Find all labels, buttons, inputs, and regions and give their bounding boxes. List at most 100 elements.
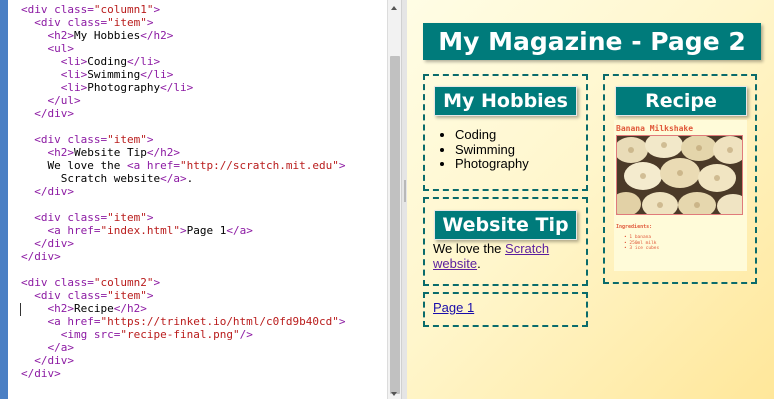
tip-suffix: . [477, 256, 481, 271]
page-title: My Magazine - Page 2 [438, 27, 746, 56]
hobbies-heading-text: My Hobbies [443, 90, 568, 112]
code-token: <div class= [34, 16, 108, 29]
banana-slices-icon [617, 136, 742, 214]
code-token: > [153, 276, 161, 289]
website-tip-text: We love the Scratch website. [433, 241, 563, 271]
code-token: </a> [47, 341, 75, 354]
code-token: "index.html" [100, 224, 180, 237]
hobbies-heading: My Hobbies [434, 86, 577, 116]
list-item: Photography [455, 156, 529, 172]
code-token: "item" [107, 16, 147, 29]
code-line[interactable]: </div> [21, 185, 74, 198]
code-token: </div> [34, 107, 74, 120]
website-tip-heading: Website Tip [434, 210, 577, 240]
code-line[interactable]: <li>Photography</li> [21, 81, 193, 94]
recipe-title: Banana Milkshake [616, 124, 694, 133]
code-line[interactable]: </div> [21, 367, 61, 380]
code-token: </a> [160, 172, 187, 185]
code-token: Recipe [74, 302, 114, 315]
code-token: <div class= [34, 211, 108, 224]
code-line[interactable]: </ul> [21, 94, 81, 107]
code-token: > [338, 159, 346, 172]
code-line[interactable]: <h2>Recipe</h2> [21, 302, 147, 315]
code-token: My Hobbies [74, 29, 141, 42]
tip-prefix: We love the [433, 241, 506, 256]
code-line[interactable]: <ul> [21, 42, 75, 55]
text-cursor [20, 303, 21, 316]
recipe-heading: Recipe [615, 86, 747, 116]
code-line[interactable]: <div class="item"> [21, 211, 153, 224]
code-line[interactable]: </div> [21, 107, 74, 120]
code-line[interactable]: <a href="index.html">Page 1</a> [21, 224, 253, 237]
code-token: We love the [21, 159, 127, 172]
code-token: Photography [87, 81, 161, 94]
code-token: "recipe-final.png" [120, 328, 240, 341]
code-line[interactable]: We love the <a href="http://scratch.mit.… [21, 159, 346, 172]
code-line[interactable]: <div class="item"> [21, 16, 153, 29]
code-line[interactable]: <h2>Website Tip</h2> [21, 146, 180, 159]
code-editor[interactable]: <div class="column1"> <div class="item">… [8, 0, 387, 399]
code-token: <div class= [21, 276, 94, 289]
code-line[interactable]: <div class="column2"> [21, 276, 160, 289]
page-title-bar: My Magazine - Page 2 [423, 23, 761, 60]
code-line[interactable]: <li>Swimming</li> [21, 68, 174, 81]
code-line[interactable]: </div> [21, 250, 61, 263]
code-line[interactable]: </a> [21, 341, 75, 354]
divider-grip-icon[interactable] [404, 180, 406, 202]
result-preview: My Magazine - Page 2 My Hobbies Coding S… [407, 0, 774, 399]
code-line[interactable]: <h2>My Hobbies</h2> [21, 29, 174, 42]
code-token: > [153, 3, 161, 16]
code-token: "item" [107, 211, 147, 224]
trinket-editor-app: <div class="column1"> <div class="item">… [0, 0, 774, 399]
code-line[interactable]: <div class="column1"> [21, 3, 160, 16]
scrollbar-thumb[interactable] [390, 56, 400, 394]
code-line[interactable]: </div> [21, 237, 74, 250]
editor-scrollbar[interactable] [387, 0, 402, 399]
code-token: </h2> [146, 146, 180, 159]
code-token: </div> [21, 367, 61, 380]
code-line[interactable]: Scratch website</a>. [21, 172, 193, 185]
code-token: /> [239, 328, 253, 341]
code-token: <img src= [60, 328, 121, 341]
code-line[interactable]: </div> [21, 354, 74, 367]
code-token: <h2> [47, 146, 75, 159]
recipe-item: Recipe Banana Milkshake Ingredients: • 1… [603, 74, 757, 284]
code-token: <li> [60, 55, 88, 68]
code-token: Website Tip [74, 146, 147, 159]
code-token: "item" [107, 289, 147, 302]
code-line[interactable]: <img src="recipe-final.png"/> [21, 328, 253, 341]
page-1-link[interactable]: Page 1 [433, 300, 474, 315]
ingredients-title: Ingredients: [616, 224, 653, 230]
code-token: Coding [87, 55, 127, 68]
code-token: > [146, 211, 154, 224]
code-token: <ul> [47, 42, 75, 55]
code-line[interactable]: <div class="item"> [21, 133, 153, 146]
code-token: > [146, 289, 154, 302]
code-line[interactable]: <a href="https://trinket.io/html/c0fd9b4… [21, 315, 346, 328]
code-line[interactable]: <div class="item"> [21, 289, 153, 302]
hobbies-list: Coding Swimming Photography [441, 127, 529, 172]
code-token: </div> [34, 237, 74, 250]
code-token: <h2> [47, 29, 75, 42]
code-token: Swimming [87, 68, 141, 81]
scroll-down-icon[interactable] [391, 392, 397, 396]
code-token: </li> [140, 68, 174, 81]
code-line[interactable]: <li>Coding</li> [21, 55, 160, 68]
scroll-up-icon[interactable] [391, 6, 397, 10]
list-item: Coding [455, 127, 529, 143]
code-token: <a href= [47, 224, 101, 237]
code-token: "column1" [93, 3, 154, 16]
code-token: > [179, 224, 187, 237]
code-token: Page 1 [186, 224, 227, 237]
recipe-heading-text: Recipe [645, 90, 717, 112]
recipe-image-link[interactable]: Banana Milkshake Ingredients: • 1 banana… [614, 120, 747, 271]
hobbies-item: My Hobbies Coding Swimming Photography [423, 74, 588, 191]
ingredients-list: 1 banana 250ml milk 3 ice cubes [624, 235, 659, 252]
code-token: "column2" [93, 276, 154, 289]
